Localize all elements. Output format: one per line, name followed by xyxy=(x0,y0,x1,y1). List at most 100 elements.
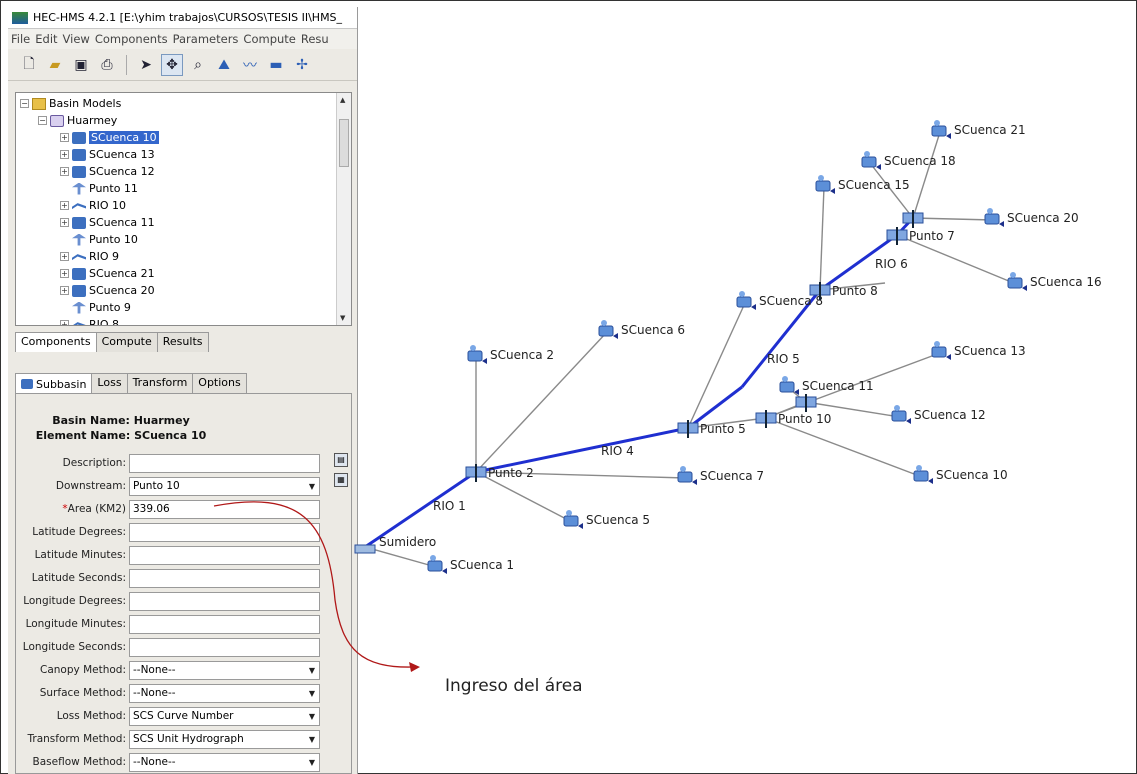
subbasin-node[interactable] xyxy=(913,465,933,484)
text-field[interactable] xyxy=(129,545,320,565)
subbasin-node[interactable] xyxy=(779,376,799,395)
collapse-icon[interactable]: − xyxy=(38,116,47,125)
subbasin-node[interactable] xyxy=(598,320,618,339)
subbasin-node[interactable] xyxy=(736,291,756,310)
text-field[interactable]: 339.06 xyxy=(129,499,320,519)
subbasin-node[interactable] xyxy=(467,345,487,364)
scroll-thumb[interactable] xyxy=(339,119,349,167)
tree-item[interactable]: Punto 10 xyxy=(20,231,159,248)
subbasin-node[interactable] xyxy=(1007,272,1027,291)
text-field[interactable] xyxy=(129,614,320,634)
tree-item[interactable]: + SCuenca 20 xyxy=(20,282,159,299)
save-icon[interactable]: ▣ xyxy=(70,54,92,76)
menu-file[interactable]: File xyxy=(11,32,30,46)
tree-scrollbar[interactable]: ▲ ▼ xyxy=(336,93,351,325)
subbasin-tool-icon[interactable]: ⛰ xyxy=(213,54,235,76)
chevron-down-icon[interactable]: ▼ xyxy=(309,712,315,721)
method-select[interactable]: SCS Curve Number ▼ xyxy=(129,706,320,726)
expand-icon[interactable]: + xyxy=(60,150,69,159)
tab-subbasin[interactable]: Subbasin xyxy=(15,373,93,394)
description-edit-icon[interactable]: ▤ xyxy=(334,453,348,467)
sink-node[interactable] xyxy=(354,544,376,554)
chevron-down-icon[interactable]: ▼ xyxy=(309,689,315,698)
expand-icon[interactable]: + xyxy=(60,133,69,142)
subbasin-node[interactable] xyxy=(677,466,697,485)
tab-results[interactable]: Results xyxy=(156,332,209,352)
subbasin-node[interactable] xyxy=(427,555,447,574)
menu-view[interactable]: View xyxy=(63,32,90,46)
tab-compute[interactable]: Compute xyxy=(95,332,158,352)
subbasin-node[interactable] xyxy=(563,510,583,529)
tree-item[interactable]: + RIO 9 xyxy=(20,248,159,265)
chevron-down-icon[interactable]: ▼ xyxy=(309,758,315,767)
tree-item[interactable]: + RIO 10 xyxy=(20,197,159,214)
subbasin-node[interactable] xyxy=(815,175,835,194)
menu-results[interactable]: Resu xyxy=(301,32,329,46)
tab-transform[interactable]: Transform xyxy=(126,373,194,394)
subbasin-node[interactable] xyxy=(891,405,911,424)
zoom-icon[interactable]: ⌕ xyxy=(187,54,209,76)
basin-model-tree[interactable]: − Basin Models − Huarmey + SCuenca 10 + SCu… xyxy=(15,92,352,326)
junction-node[interactable] xyxy=(465,464,487,482)
tree-root[interactable]: − Basin Models xyxy=(20,95,159,112)
text-field[interactable] xyxy=(129,591,320,611)
expand-icon[interactable]: + xyxy=(60,201,69,210)
subbasin-node[interactable] xyxy=(931,341,951,360)
tree-item[interactable]: Punto 11 xyxy=(20,180,159,197)
new-file-icon[interactable]: 🗋 xyxy=(18,54,40,76)
downstream-select-icon[interactable]: ▦ xyxy=(334,473,348,487)
open-folder-icon[interactable]: ▰ xyxy=(44,54,66,76)
chevron-down-icon[interactable]: ▼ xyxy=(309,482,315,491)
junction-tool-icon[interactable]: ✢ xyxy=(291,54,313,76)
method-select[interactable]: Punto 10 ▼ xyxy=(129,476,320,496)
menu-compute[interactable]: Compute xyxy=(243,32,295,46)
tree-item[interactable]: + RIO 8 xyxy=(20,316,159,325)
expand-icon[interactable]: + xyxy=(60,167,69,176)
print-icon[interactable]: ⎙ xyxy=(96,54,118,76)
scroll-up-icon[interactable]: ▲ xyxy=(340,96,345,104)
text-field[interactable] xyxy=(129,522,320,542)
text-field[interactable] xyxy=(129,568,320,588)
reach-tool-icon[interactable]: 〰 xyxy=(239,54,261,76)
expand-icon[interactable]: + xyxy=(60,218,69,227)
tree-item[interactable]: + SCuenca 11 xyxy=(20,214,159,231)
basin-map[interactable]: SCuenca 1 SCuenca 2 SCuenca 5 SCuenca 6 SCue… xyxy=(352,80,1137,670)
arrow-select-icon[interactable]: ➤ xyxy=(135,54,157,76)
expand-icon[interactable]: + xyxy=(60,269,69,278)
reservoir-tool-icon[interactable]: ▬ xyxy=(265,54,287,76)
scroll-down-icon[interactable]: ▼ xyxy=(340,314,345,322)
tree-item[interactable]: + SCuenca 12 xyxy=(20,163,159,180)
method-select[interactable]: --None-- ▼ xyxy=(129,683,320,703)
junction-node[interactable] xyxy=(755,410,777,428)
collapse-icon[interactable]: − xyxy=(20,99,29,108)
method-select[interactable]: --None-- ▼ xyxy=(129,660,320,680)
text-field[interactable] xyxy=(129,453,320,473)
move-icon[interactable]: ✥ xyxy=(161,53,183,76)
expand-icon[interactable]: + xyxy=(60,252,69,261)
menu-parameters[interactable]: Parameters xyxy=(173,32,239,46)
chevron-down-icon[interactable]: ▼ xyxy=(309,735,315,744)
subbasin-node[interactable] xyxy=(861,151,881,170)
tree-item[interactable]: + SCuenca 13 xyxy=(20,146,159,163)
junction-node[interactable] xyxy=(677,420,699,438)
method-select[interactable]: SCS Unit Hydrograph ▼ xyxy=(129,729,320,749)
subbasin-node[interactable] xyxy=(931,120,951,139)
field-value: --None-- xyxy=(133,664,176,676)
chevron-down-icon[interactable]: ▼ xyxy=(309,666,315,675)
tab-components[interactable]: Components xyxy=(15,332,97,352)
menu-edit[interactable]: Edit xyxy=(35,32,57,46)
expand-icon[interactable]: + xyxy=(60,320,69,325)
junction-node[interactable] xyxy=(886,227,908,245)
tree-item[interactable]: Punto 9 xyxy=(20,299,159,316)
tree-item[interactable]: + SCuenca 21 xyxy=(20,265,159,282)
tab-loss[interactable]: Loss xyxy=(91,373,128,394)
method-select[interactable]: --None-- ▼ xyxy=(129,752,320,772)
text-field[interactable] xyxy=(129,637,320,657)
expand-icon[interactable]: + xyxy=(60,286,69,295)
junction-node[interactable] xyxy=(795,394,817,412)
menu-components[interactable]: Components xyxy=(95,32,168,46)
tree-item[interactable]: + SCuenca 10 xyxy=(20,129,159,146)
subbasin-node[interactable] xyxy=(984,208,1004,227)
tree-model[interactable]: − Huarmey xyxy=(20,112,159,129)
tab-options[interactable]: Options xyxy=(192,373,247,394)
